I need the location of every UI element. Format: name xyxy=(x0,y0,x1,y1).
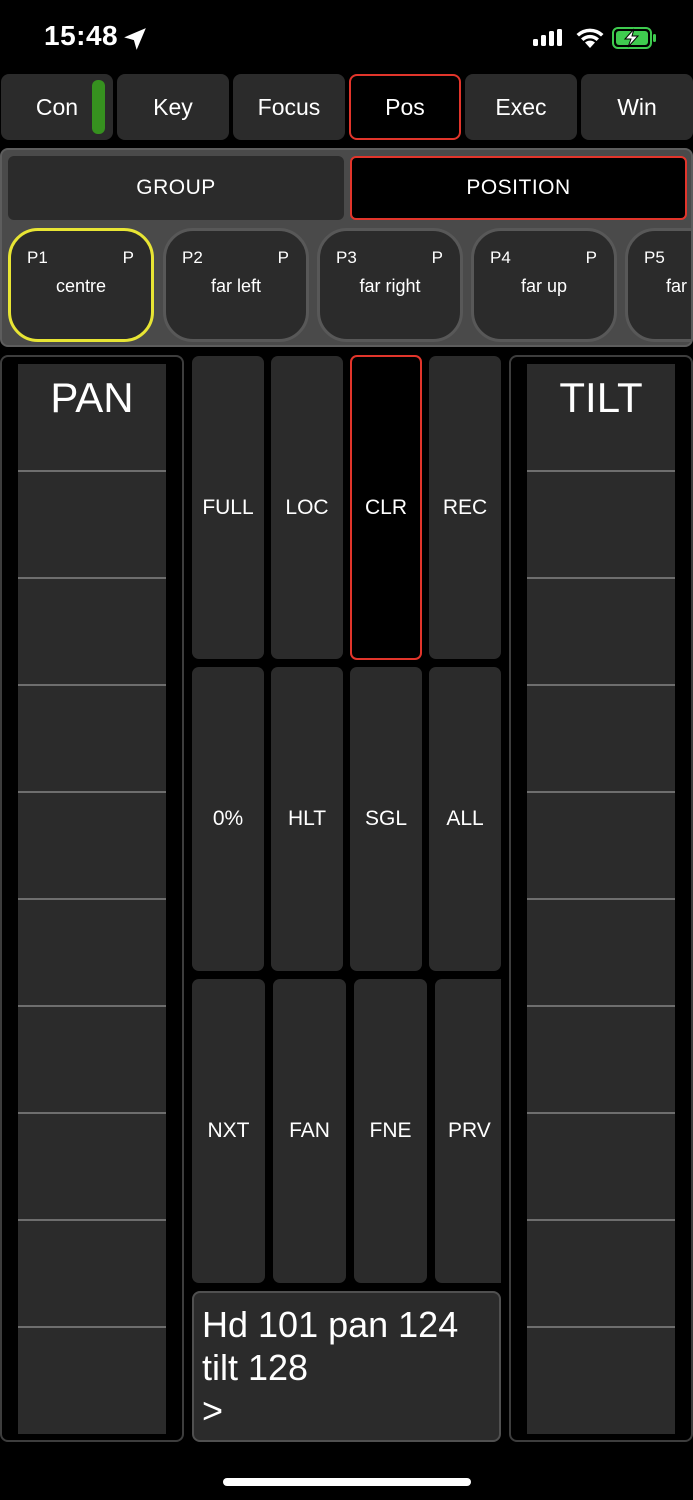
signal-icon xyxy=(533,29,562,46)
fne-button[interactable]: FNE xyxy=(354,979,427,1283)
preset-flag: P xyxy=(277,248,289,267)
tab-label: Exec xyxy=(495,93,547,120)
fader-divider xyxy=(527,577,675,579)
segment-label: POSITION xyxy=(466,176,571,199)
tilt-label: TILT xyxy=(559,374,643,421)
fader-divider xyxy=(527,1219,675,1221)
fader-divider xyxy=(18,791,166,793)
group-segment-button[interactable]: GROUP xyxy=(8,156,344,220)
full-button[interactable]: FULL xyxy=(192,356,264,659)
preset-flag: P xyxy=(431,248,443,267)
preset-name: centre xyxy=(55,276,107,296)
button-label: NXT xyxy=(207,1119,250,1142)
fader-divider xyxy=(18,684,166,686)
button-label: HLT xyxy=(287,807,327,830)
button-label: FAN xyxy=(289,1119,330,1142)
fader-divider xyxy=(18,470,166,472)
command-line-text-2: tilt 128 xyxy=(202,1347,309,1388)
fader-divider xyxy=(527,1005,675,1007)
battery-charging-icon xyxy=(612,27,656,49)
pan-fader[interactable]: PAN xyxy=(0,355,184,1442)
tab-label: Win xyxy=(617,93,657,120)
fan-button[interactable]: FAN xyxy=(273,979,346,1283)
button-label: LOC xyxy=(285,495,329,519)
fader-divider xyxy=(18,577,166,579)
button-label: SGL xyxy=(364,807,408,830)
tab-label: Con xyxy=(35,93,79,120)
preset-p2[interactable]: P2 P far left xyxy=(163,228,309,342)
command-line-text-1: Hd 101 pan 124 xyxy=(202,1304,459,1345)
preset-name: far left xyxy=(210,276,262,296)
tab-label: Focus xyxy=(257,93,321,120)
tilt-fader[interactable]: TILT xyxy=(509,355,693,1442)
zero-percent-button[interactable]: 0% xyxy=(192,667,264,971)
tab-key[interactable]: Key xyxy=(117,74,229,140)
sgl-button[interactable]: SGL xyxy=(350,667,422,971)
tab-pos[interactable]: Pos xyxy=(349,74,461,140)
loc-button[interactable]: LOC xyxy=(271,356,343,659)
home-indicator[interactable] xyxy=(223,1478,471,1486)
preset-name: far right xyxy=(359,276,421,296)
pan-label: PAN xyxy=(50,374,134,421)
button-label: ALL xyxy=(446,807,484,830)
fader-divider xyxy=(527,898,675,900)
connection-status-indicator xyxy=(92,80,105,134)
fader-divider xyxy=(18,1326,166,1328)
tab-con[interactable]: Con xyxy=(1,74,113,140)
preset-p5[interactable]: P5 far xyxy=(625,228,691,342)
preset-p3[interactable]: P3 P far right xyxy=(317,228,463,342)
button-label: REC xyxy=(442,495,488,519)
command-line-display[interactable]: Hd 101 pan 124 tilt 128 > xyxy=(192,1291,501,1442)
tab-label: Pos xyxy=(385,93,425,120)
preset-name: far up xyxy=(520,276,568,296)
fader-divider xyxy=(18,1219,166,1221)
tab-win[interactable]: Win xyxy=(581,74,693,140)
fader-divider xyxy=(527,791,675,793)
fader-divider xyxy=(18,898,166,900)
fader-divider xyxy=(527,684,675,686)
tab-focus[interactable]: Focus xyxy=(233,74,345,140)
preset-id: P5 xyxy=(644,248,665,267)
preset-id: P1 xyxy=(27,248,48,267)
rec-button[interactable]: REC xyxy=(429,356,501,659)
button-label: PRV xyxy=(448,1119,491,1142)
preset-name: far xyxy=(666,276,688,296)
preset-flag: P xyxy=(122,248,134,267)
fader-divider xyxy=(18,1112,166,1114)
tilt-fader-track[interactable]: TILT xyxy=(527,364,675,1434)
button-label: 0% xyxy=(212,807,244,830)
fader-divider xyxy=(527,1112,675,1114)
preset-panel: GROUP POSITION P1 P centre P2 P far left… xyxy=(0,148,693,347)
all-button[interactable]: ALL xyxy=(429,667,501,971)
status-time: 15:48 xyxy=(44,20,119,51)
preset-p1[interactable]: P1 P centre xyxy=(8,228,154,342)
segment-label: GROUP xyxy=(136,176,216,199)
wifi-icon xyxy=(576,28,604,48)
prv-button[interactable]: PRV xyxy=(435,979,501,1283)
fader-divider xyxy=(527,1326,675,1328)
preset-p4[interactable]: P4 P far up xyxy=(471,228,617,342)
preset-id: P2 xyxy=(182,248,203,267)
pan-fader-track[interactable]: PAN xyxy=(18,364,166,1434)
location-arrow-icon xyxy=(124,28,146,50)
nxt-button[interactable]: NXT xyxy=(192,979,265,1283)
hlt-button[interactable]: HLT xyxy=(271,667,343,971)
button-label: FNE xyxy=(369,1119,412,1142)
fader-divider xyxy=(527,470,675,472)
command-prompt: > xyxy=(202,1390,224,1431)
preset-id: P3 xyxy=(336,248,357,267)
tab-label: Key xyxy=(153,93,193,120)
fader-divider xyxy=(18,1005,166,1007)
preset-id: P4 xyxy=(490,248,511,267)
clr-button[interactable]: CLR xyxy=(350,355,422,660)
position-segment-button[interactable]: POSITION xyxy=(350,156,687,220)
preset-flag: P xyxy=(585,248,597,267)
tab-exec[interactable]: Exec xyxy=(465,74,577,140)
button-label: FULL xyxy=(202,495,254,519)
button-label: CLR xyxy=(364,495,407,519)
